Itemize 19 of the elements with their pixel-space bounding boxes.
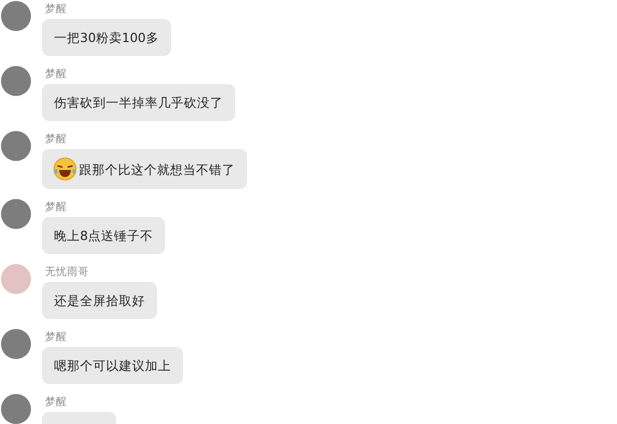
- avatar[interactable]: [1, 66, 31, 96]
- sender-name: 梦醒: [45, 200, 67, 214]
- message-text: 一把30粉卖100多: [54, 29, 159, 46]
- avatar[interactable]: [1, 394, 31, 424]
- sender-name: 梦醒: [45, 67, 67, 81]
- avatar[interactable]: [1, 131, 31, 161]
- avatar[interactable]: [1, 329, 31, 359]
- message-text: 跟那个比这个就想当不错了: [79, 160, 235, 178]
- sender-name: 梦醒: [45, 132, 67, 146]
- avatar[interactable]: [1, 199, 31, 229]
- message-text: 伤害砍到一半掉率几乎砍没了: [54, 94, 223, 111]
- avatar[interactable]: [1, 1, 31, 31]
- message-text: 嗯那个可以建议加上: [54, 357, 171, 374]
- message-text: 还是全屏拾取好: [54, 292, 145, 309]
- sender-name: 梦醒: [45, 395, 67, 409]
- sender-name: 梦醒: [45, 330, 67, 344]
- sender-name: 无忧雨哥: [45, 265, 89, 279]
- sender-name: 梦醒: [45, 2, 67, 16]
- message-text: 晚上8点送锤子不: [54, 227, 153, 244]
